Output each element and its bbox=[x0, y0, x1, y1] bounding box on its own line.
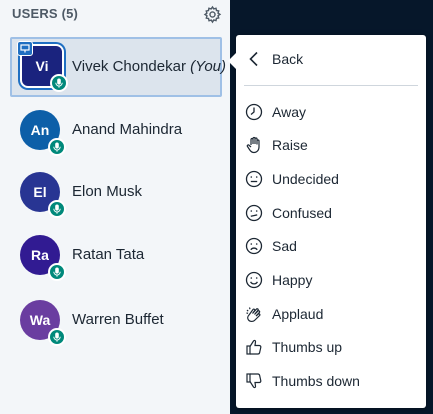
presentation-icon bbox=[17, 41, 33, 56]
applaud-icon bbox=[244, 304, 264, 324]
menu-item-label: Sad bbox=[272, 238, 297, 254]
user-list-item[interactable]: Ra Ratan Tata bbox=[10, 225, 222, 285]
menu-item-thumbs-up[interactable]: Thumbs up bbox=[236, 333, 426, 361]
thumbs-up-icon bbox=[244, 337, 264, 357]
menu-item-back[interactable]: Back bbox=[236, 45, 426, 73]
confused-face-icon bbox=[244, 203, 264, 223]
menu-item-sad[interactable]: Sad bbox=[236, 232, 426, 260]
menu-item-label: Thumbs up bbox=[272, 339, 343, 355]
user-name: Ratan Tata bbox=[72, 246, 145, 263]
user-name: Warren Buffet bbox=[72, 311, 164, 328]
avatar-initials: Wa bbox=[29, 312, 51, 328]
user-name: Vivek Chondekar (You) bbox=[72, 58, 226, 75]
microphone-icon bbox=[48, 138, 66, 156]
users-panel-title: USERS (5) bbox=[12, 6, 79, 21]
status-menu: Back Away Raise Undecided Confused Sad H… bbox=[228, 35, 426, 408]
menu-item-label: Raise bbox=[272, 137, 308, 153]
gear-icon[interactable] bbox=[203, 5, 222, 24]
user-name: Anand Mahindra bbox=[72, 121, 183, 138]
user-name-text: Vivek Chondekar bbox=[72, 58, 186, 75]
chevron-left-icon bbox=[244, 49, 264, 69]
microphone-icon bbox=[50, 74, 68, 92]
microphone-icon bbox=[48, 328, 66, 346]
menu-item-raise[interactable]: Raise bbox=[236, 131, 426, 159]
menu-item-label: Undecided bbox=[272, 171, 339, 187]
microphone-icon bbox=[48, 263, 66, 281]
menu-item-label: Away bbox=[272, 104, 306, 120]
avatar-initials: Ra bbox=[31, 247, 49, 263]
you-label: (You) bbox=[190, 58, 226, 75]
thumbs-down-icon bbox=[244, 371, 264, 391]
menu-item-undecided[interactable]: Undecided bbox=[236, 165, 426, 193]
menu-item-label: Happy bbox=[272, 272, 313, 288]
user-list-item[interactable]: Wa Warren Buffet bbox=[10, 290, 222, 350]
user-list-item[interactable]: An Anand Mahindra bbox=[10, 100, 222, 160]
clock-icon bbox=[244, 102, 264, 122]
menu-item-away[interactable]: Away bbox=[236, 98, 426, 126]
avatar-initials: Vi bbox=[35, 58, 49, 74]
menu-item-label: Confused bbox=[272, 205, 332, 221]
menu-item-label: Back bbox=[272, 51, 304, 67]
avatar-initials: An bbox=[30, 122, 50, 138]
neutral-face-icon bbox=[244, 169, 264, 189]
menu-item-confused[interactable]: Confused bbox=[236, 199, 426, 227]
menu-item-applaud[interactable]: Applaud bbox=[236, 300, 426, 328]
menu-item-thumbs-down[interactable]: Thumbs down bbox=[236, 367, 426, 395]
menu-divider bbox=[244, 85, 418, 86]
sad-face-icon bbox=[244, 236, 264, 256]
users-panel: USERS (5) Vi Vivek Chondekar (You) An An… bbox=[0, 0, 230, 414]
user-list-item[interactable]: El Elon Musk bbox=[10, 162, 222, 222]
user-name: Elon Musk bbox=[72, 183, 143, 200]
user-list-item[interactable]: Vi Vivek Chondekar (You) bbox=[10, 37, 226, 97]
microphone-icon bbox=[48, 200, 66, 218]
menu-item-label: Applaud bbox=[272, 306, 324, 322]
avatar-initials: El bbox=[33, 184, 47, 200]
menu-item-happy[interactable]: Happy bbox=[236, 266, 426, 294]
happy-face-icon bbox=[244, 270, 264, 290]
menu-item-label: Thumbs down bbox=[272, 373, 360, 389]
menu-pointer-arrow bbox=[228, 53, 236, 69]
hand-icon bbox=[244, 135, 264, 155]
users-panel-header: USERS (5) bbox=[12, 5, 222, 24]
